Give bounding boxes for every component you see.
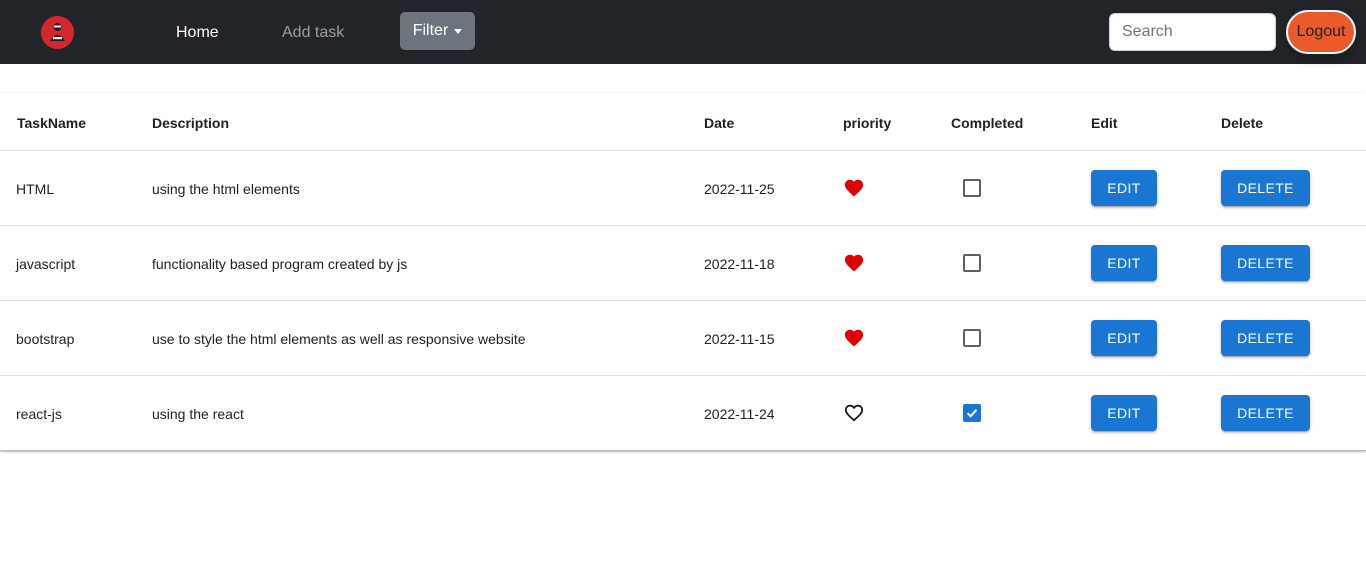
- logout-button[interactable]: Logout: [1286, 10, 1356, 54]
- cell-date: 2022-11-24: [704, 406, 775, 422]
- completed-checkbox[interactable]: [963, 329, 981, 347]
- header-description: Description: [152, 115, 230, 131]
- completed-checkbox[interactable]: [963, 254, 981, 272]
- cell-description: using the react: [152, 406, 244, 422]
- cell-taskname: react-js: [16, 406, 62, 422]
- heart-filled-icon[interactable]: [843, 327, 865, 347]
- header-priority: priority: [843, 115, 892, 131]
- cell-description: using the html elements: [152, 181, 300, 197]
- header-date: Date: [704, 115, 735, 131]
- cell-date: 2022-11-15: [704, 331, 775, 347]
- cell-taskname: bootstrap: [16, 331, 75, 347]
- header-completed: Completed: [951, 115, 1024, 131]
- table-header-row: TaskName Description Date priority Compl…: [0, 93, 1366, 151]
- table-row: javascript functionality based program c…: [0, 226, 1366, 301]
- delete-button[interactable]: DELETE: [1221, 320, 1310, 356]
- cell-date: 2022-11-25: [704, 181, 775, 197]
- completed-checkbox-checked[interactable]: [963, 404, 981, 422]
- cell-taskname: javascript: [16, 256, 76, 272]
- completed-checkbox[interactable]: [963, 179, 981, 197]
- search-input[interactable]: [1109, 13, 1276, 51]
- heart-filled-icon[interactable]: [843, 252, 865, 272]
- table-row: react-js using the react 2022-11-24 EDIT…: [0, 376, 1366, 451]
- edit-button[interactable]: EDIT: [1091, 170, 1157, 206]
- cell-date: 2022-11-18: [704, 256, 775, 272]
- edit-button[interactable]: EDIT: [1091, 395, 1157, 431]
- task-table: TaskName Description Date priority Compl…: [0, 93, 1366, 451]
- avatar-logo-icon[interactable]: [41, 16, 74, 49]
- cell-description: functionality based program created by j…: [152, 256, 408, 272]
- navbar: Home Add task Filter Logout: [0, 0, 1366, 64]
- cell-description: use to style the html elements as well a…: [152, 331, 526, 347]
- table-row: HTML using the html elements 2022-11-25 …: [0, 151, 1366, 226]
- header-taskname: TaskName: [17, 115, 87, 131]
- edit-button[interactable]: EDIT: [1091, 320, 1157, 356]
- header-edit: Edit: [1091, 115, 1118, 131]
- cell-taskname: HTML: [16, 181, 55, 197]
- filter-dropdown-button[interactable]: Filter: [400, 12, 475, 50]
- edit-button[interactable]: EDIT: [1091, 245, 1157, 281]
- header-delete: Delete: [1221, 115, 1264, 131]
- filter-label: Filter: [412, 22, 449, 39]
- delete-button[interactable]: DELETE: [1221, 170, 1310, 206]
- caret-down-icon: [454, 29, 463, 34]
- delete-button[interactable]: DELETE: [1221, 395, 1310, 431]
- heart-outline-icon[interactable]: [843, 402, 865, 422]
- heart-filled-icon[interactable]: [843, 177, 865, 197]
- table-row: bootstrap use to style the html elements…: [0, 301, 1366, 376]
- delete-button[interactable]: DELETE: [1221, 245, 1310, 281]
- nav-home-link[interactable]: Home: [176, 23, 219, 42]
- nav-add-task-link[interactable]: Add task: [282, 23, 344, 42]
